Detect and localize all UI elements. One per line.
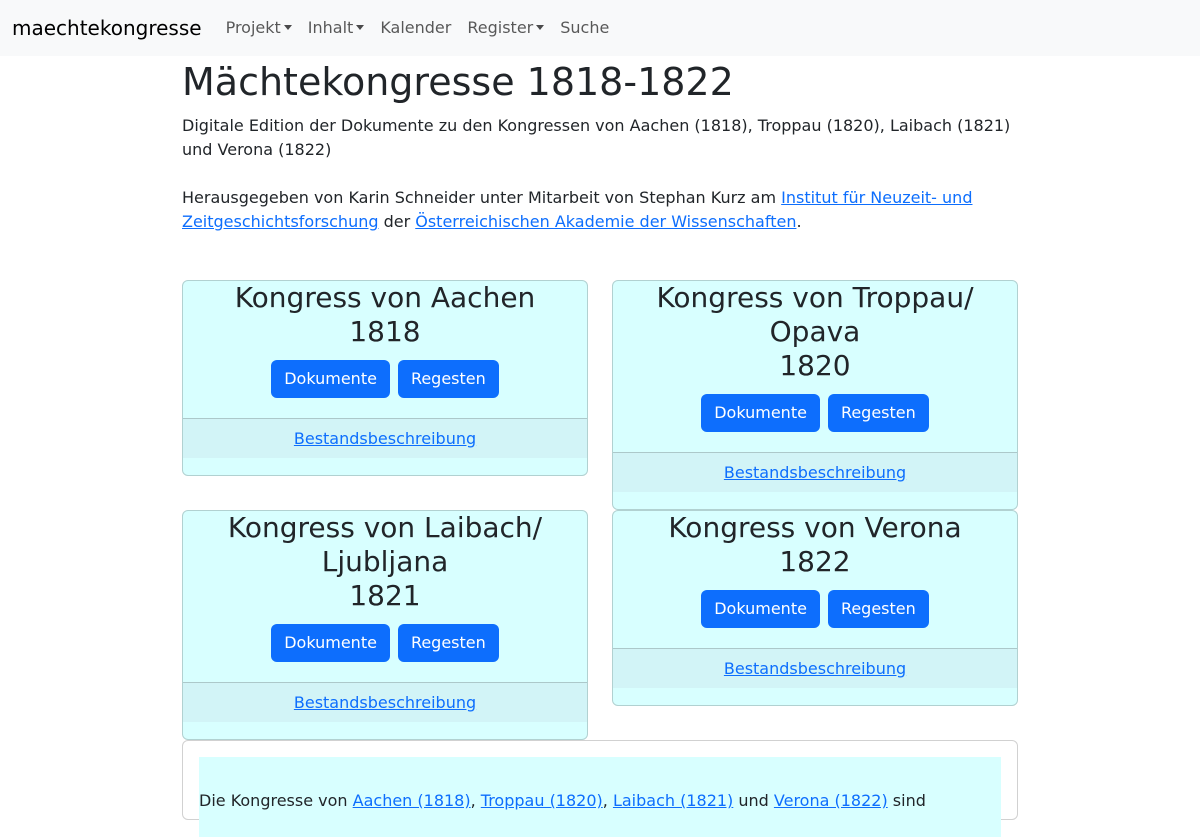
card-title: Kongress von Troppau/ Opava 1820 (613, 281, 1017, 383)
intro-text: Digitale Edition der Dokumente zu den Ko… (182, 116, 1011, 159)
editor-text-after: . (796, 212, 802, 231)
info-text-and: und (733, 791, 774, 810)
card-year: 1822 (779, 545, 851, 578)
nav-item-inhalt[interactable]: Inhalt (300, 0, 373, 56)
bestandsbeschreibung-link[interactable]: Bestandsbeschreibung (294, 693, 476, 712)
info-separator: , (602, 791, 613, 810)
editor-text-before: Herausgegeben von Karin Schneider unter … (182, 188, 782, 207)
nav-item-label: Suche (560, 18, 610, 37)
regesten-button[interactable]: Regesten (397, 624, 499, 662)
card-verona: Kongress von Verona 1822 Dokumente Reges… (612, 510, 1018, 706)
caret-down-icon (283, 24, 292, 30)
troppau-link[interactable]: Troppau (1820) (481, 791, 603, 810)
card-buttons: Dokumente Regesten (613, 383, 1017, 452)
card-buttons: Dokumente Regesten (183, 349, 587, 418)
card-title-line: Kongress von Laibach/ (227, 511, 543, 544)
navbar: maechtekongresse Projekt Inhalt Kalender… (0, 0, 1200, 56)
info-text-block: Die Kongresse von Aachen (1818), Troppau… (199, 757, 1001, 837)
brand-link[interactable]: maechtekongresse (12, 0, 202, 56)
dokumente-button[interactable]: Dokumente (701, 394, 820, 432)
card-title-line: Kongress von Troppau/ (656, 281, 974, 314)
card-footer: Bestandsbeschreibung (183, 682, 587, 722)
page-title: Mächtekongresse 1818-1822 (182, 60, 734, 104)
card-year: 1818 (349, 315, 421, 348)
dokumente-button[interactable]: Dokumente (701, 590, 820, 628)
dokumente-button[interactable]: Dokumente (271, 624, 390, 662)
info-text-before: Die Kongresse von (199, 791, 353, 810)
laibach-link[interactable]: Laibach (1821) (613, 791, 733, 810)
card-title: Kongress von Aachen 1818 (183, 281, 587, 349)
nav-item-suche[interactable]: Suche (552, 0, 617, 56)
regesten-button[interactable]: Regesten (827, 394, 929, 432)
card-footer: Bestandsbeschreibung (613, 452, 1017, 492)
bestandsbeschreibung-link[interactable]: Bestandsbeschreibung (294, 429, 476, 448)
nav-item-label: Inhalt (307, 18, 354, 37)
card-title: Kongress von Verona 1822 (613, 511, 1017, 579)
editor-text: Herausgegeben von Karin Schneider unter … (182, 186, 1018, 234)
regesten-button[interactable]: Regesten (397, 360, 499, 398)
card-aachen: Kongress von Aachen 1818 Dokumente Reges… (182, 280, 588, 476)
caret-down-icon (536, 24, 545, 30)
card-title-line: Kongress von Verona (668, 511, 962, 544)
academy-link[interactable]: Österreichischen Akademie der Wissenscha… (415, 212, 796, 231)
nav-item-register[interactable]: Register (459, 0, 552, 56)
nav-item-label: Projekt (225, 18, 281, 37)
card-year: 1821 (349, 579, 421, 612)
info-separator: , (470, 791, 481, 810)
card-troppau: Kongress von Troppau/ Opava 1820 Dokumen… (612, 280, 1018, 510)
dokumente-button[interactable]: Dokumente (271, 360, 390, 398)
card-footer: Bestandsbeschreibung (613, 648, 1017, 688)
card-title: Kongress von Laibach/ Ljubljana 1821 (183, 511, 587, 613)
card-title-line: Ljubljana (321, 545, 449, 578)
card-footer: Bestandsbeschreibung (183, 418, 587, 458)
intro-section: Digitale Edition der Dokumente zu den Ko… (182, 114, 1018, 234)
bestandsbeschreibung-link[interactable]: Bestandsbeschreibung (724, 463, 906, 482)
card-buttons: Dokumente Regesten (183, 613, 587, 682)
nav-menu: Projekt Inhalt Kalender Register Suche (218, 0, 618, 56)
card-buttons: Dokumente Regesten (613, 579, 1017, 648)
main-container: Mächtekongresse 1818-1822 Digitale Editi… (182, 56, 1018, 258)
info-text-after: sind (887, 791, 926, 810)
bestandsbeschreibung-link[interactable]: Bestandsbeschreibung (724, 659, 906, 678)
nav-item-projekt[interactable]: Projekt (218, 0, 300, 56)
nav-item-label: Register (467, 18, 534, 37)
card-title-line: Kongress von Aachen (234, 281, 536, 314)
verona-link[interactable]: Verona (1822) (774, 791, 888, 810)
card-year: 1820 (779, 349, 851, 382)
editor-text-middle: der (378, 212, 416, 231)
nav-item-label: Kalender (380, 18, 452, 37)
aachen-link[interactable]: Aachen (1818) (353, 791, 471, 810)
nav-item-kalender[interactable]: Kalender (372, 0, 459, 56)
card-laibach: Kongress von Laibach/ Ljubljana 1821 Dok… (182, 510, 588, 740)
regesten-button[interactable]: Regesten (827, 590, 929, 628)
info-box: Die Kongresse von Aachen (1818), Troppau… (182, 740, 1018, 837)
card-title-line: Opava (769, 315, 861, 348)
caret-down-icon (356, 24, 365, 30)
